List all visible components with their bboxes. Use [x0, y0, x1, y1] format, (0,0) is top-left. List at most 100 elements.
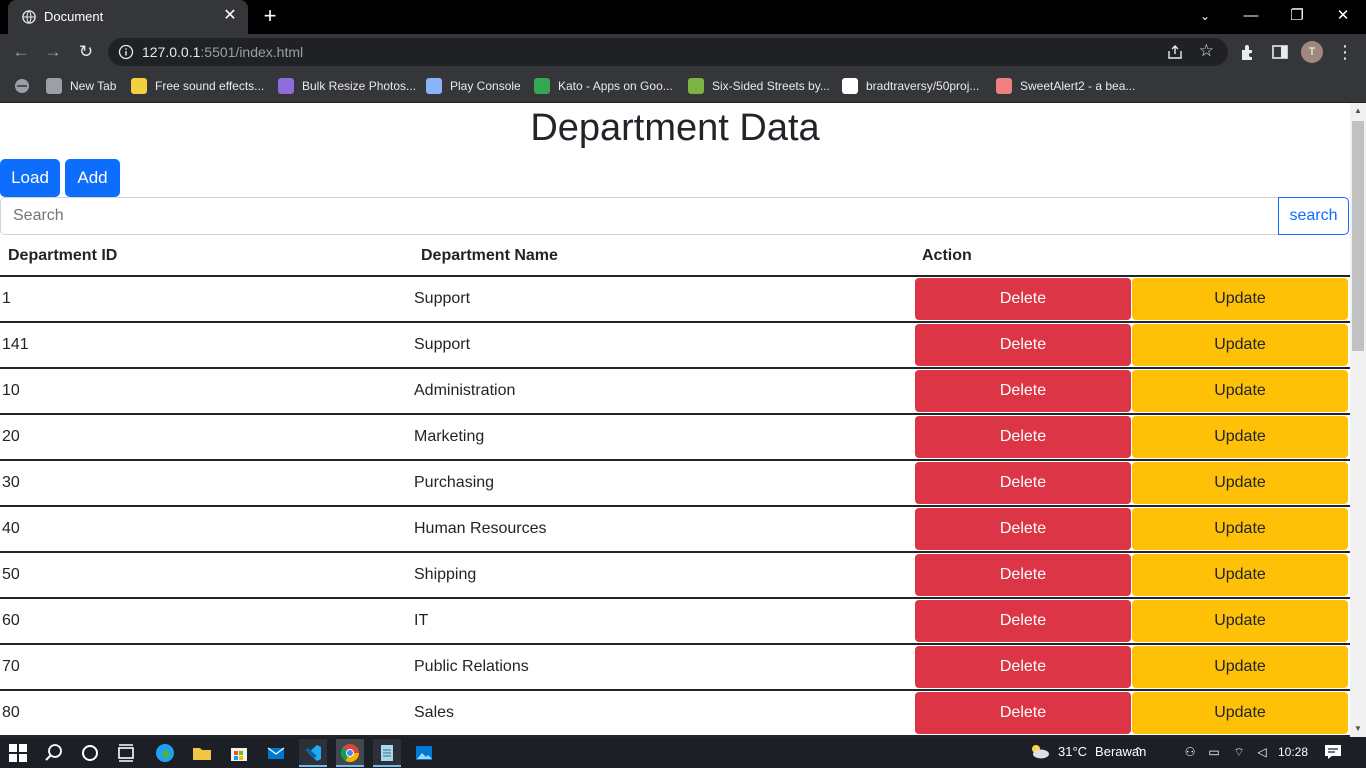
department-name-cell: Public Relations [414, 658, 529, 675]
sound-effects-icon [131, 78, 147, 94]
reload-icon[interactable]: ↻ [73, 39, 99, 65]
update-button[interactable]: Update [1132, 554, 1348, 596]
update-button[interactable]: Update [1132, 416, 1348, 458]
notepad-icon [381, 745, 393, 761]
notifications-icon[interactable] [1324, 744, 1342, 760]
page-scrollbar[interactable]: ▲ ▼ [1350, 103, 1366, 737]
menu-icon[interactable]: ⋮ [1336, 40, 1354, 64]
table-row: 40 Human Resources Delete Update [0, 507, 1350, 553]
task-view-icon[interactable] [116, 743, 136, 763]
minimize-button[interactable]: — [1228, 0, 1274, 34]
new-tab-button[interactable]: + [258, 5, 282, 28]
table-body: 1 Support Delete Update 141 Support Delete Upda… [0, 277, 1350, 737]
site-info-icon[interactable] [118, 44, 134, 60]
delete-button[interactable]: Delete [915, 324, 1131, 366]
delete-button[interactable]: Delete [915, 646, 1131, 688]
search-button[interactable]: search [1278, 197, 1349, 235]
globe-icon [22, 10, 36, 24]
taskbar-clock[interactable]: 10:28 [1278, 745, 1308, 759]
taskbar-photos[interactable] [410, 739, 438, 767]
delete-button[interactable]: Delete [915, 554, 1131, 596]
taskbar-vscode[interactable] [299, 739, 327, 767]
delete-button[interactable]: Delete [915, 600, 1131, 642]
windows-start-icon[interactable] [8, 743, 28, 763]
chevron-up-icon[interactable]: ⌃ [1130, 744, 1146, 760]
header-department-name: Department Name [421, 247, 558, 264]
delete-button[interactable]: Delete [915, 462, 1131, 504]
scroll-down-arrow-icon[interactable]: ▼ [1350, 721, 1366, 737]
department-id-cell: 30 [2, 474, 20, 491]
cortana-icon[interactable] [80, 743, 100, 763]
photos-icon [416, 746, 432, 760]
load-button[interactable]: Load [0, 159, 60, 197]
url-text: 127.0.0.1:5501/index.html [142, 44, 303, 60]
department-name-cell: Support [414, 290, 471, 307]
department-id-cell: 50 [2, 566, 20, 583]
microsoft-store-icon[interactable] [228, 742, 250, 764]
volume-icon[interactable]: ◁ [1254, 744, 1270, 760]
department-name-cell: IT [414, 612, 429, 629]
department-id-cell: 10 [2, 382, 20, 399]
globe-icon [46, 78, 62, 94]
search-icon[interactable] [44, 743, 64, 763]
table-row: 80 Sales Delete Update [0, 691, 1350, 737]
bookmark-item[interactable]: Play Console [426, 70, 521, 102]
globe-icon[interactable] [14, 78, 30, 94]
extensions-icon[interactable] [1238, 42, 1258, 62]
delete-button[interactable]: Delete [915, 416, 1131, 458]
update-button[interactable]: Update [1132, 692, 1348, 734]
meet-now-icon[interactable]: ⚇ [1182, 744, 1198, 760]
taskbar-notepad[interactable] [373, 739, 401, 767]
file-explorer-icon[interactable] [191, 742, 213, 764]
scroll-thumb[interactable] [1352, 121, 1364, 351]
back-icon[interactable]: ← [8, 39, 34, 65]
bookmark-item[interactable]: Kato - Apps on Goo... [534, 70, 673, 102]
department-name-cell: Shipping [414, 566, 477, 583]
sweetalert-icon [996, 78, 1012, 94]
bookmark-item[interactable]: Six-Sided Streets by... [688, 70, 830, 102]
side-panel-icon[interactable] [1270, 42, 1290, 62]
share-icon[interactable] [1166, 43, 1184, 61]
chrome-icon [340, 744, 359, 763]
update-button[interactable]: Update [1132, 370, 1348, 412]
browser-tab[interactable]: Document ✕ [8, 0, 248, 34]
bookmark-label: bradtraversy/50proj... [866, 79, 980, 93]
search-input[interactable] [0, 197, 1279, 235]
scroll-up-arrow-icon[interactable]: ▲ [1350, 103, 1366, 119]
delete-button[interactable]: Delete [915, 508, 1131, 550]
bookmark-star-icon[interactable]: ☆ [1199, 41, 1214, 61]
taskbar-chrome[interactable] [336, 739, 364, 767]
table-row: 10 Administration Delete Update [0, 369, 1350, 415]
delete-button[interactable]: Delete [915, 370, 1131, 412]
bookmark-item[interactable]: New Tab [46, 70, 116, 102]
delete-button[interactable]: Delete [915, 692, 1131, 734]
close-window-button[interactable]: ✕ [1320, 0, 1366, 34]
tab-close-icon[interactable]: ✕ [220, 6, 240, 26]
bookmark-label: Kato - Apps on Goo... [558, 79, 673, 93]
bookmark-item[interactable]: SweetAlert2 - a bea... [996, 70, 1135, 102]
update-button[interactable]: Update [1132, 324, 1348, 366]
address-bar[interactable]: 127.0.0.1:5501/index.html ☆ [108, 38, 1228, 66]
bookmark-item[interactable]: Bulk Resize Photos... [278, 70, 416, 102]
bookmark-item[interactable]: Free sound effects... [131, 70, 264, 102]
update-button[interactable]: Update [1132, 600, 1348, 642]
wifi-icon[interactable]: ⌔ [1231, 744, 1247, 760]
mail-icon[interactable] [265, 742, 287, 764]
tab-search-icon[interactable]: ⌄ [1182, 0, 1228, 34]
update-button[interactable]: Update [1132, 462, 1348, 504]
battery-icon[interactable]: ▭ [1206, 744, 1222, 760]
update-button[interactable]: Update [1132, 508, 1348, 550]
department-table: Department ID Department Name Action 1 Su… [0, 237, 1350, 737]
edge-icon[interactable] [154, 742, 176, 764]
restore-button[interactable]: ❐ [1274, 0, 1320, 34]
profile-avatar[interactable]: T [1301, 41, 1323, 63]
department-id-cell: 20 [2, 428, 20, 445]
bookmark-item[interactable]: bradtraversy/50proj... [842, 70, 979, 102]
update-button[interactable]: Update [1132, 646, 1348, 688]
update-button[interactable]: Update [1132, 278, 1348, 320]
forward-icon[interactable]: → [40, 39, 66, 65]
weather-widget[interactable]: 31°C Berawan [1028, 743, 1146, 759]
add-button[interactable]: Add [65, 159, 120, 197]
department-name-cell: Purchasing [414, 474, 495, 491]
delete-button[interactable]: Delete [915, 278, 1131, 320]
